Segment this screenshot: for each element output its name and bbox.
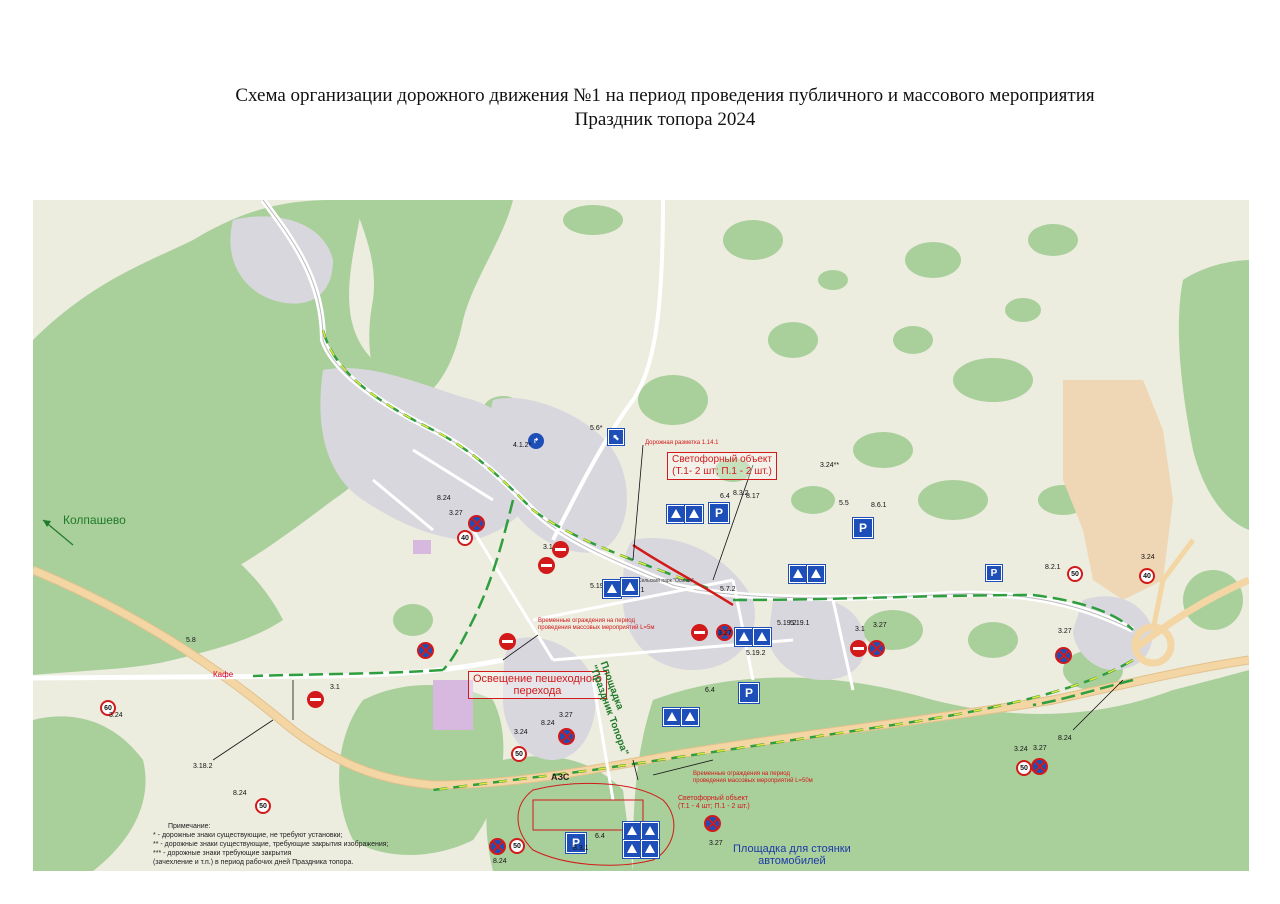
sign-code-8-24: 8.24 bbox=[233, 790, 247, 797]
sign-code-5-19-2: 5.19.2 bbox=[777, 620, 797, 627]
marking-label: Дорожная разметка 1.14.1 bbox=[645, 440, 719, 446]
no-parking-sign bbox=[468, 515, 485, 532]
no-parking-sign bbox=[558, 728, 575, 745]
pedestrian-crossing-sign bbox=[735, 628, 753, 646]
sign-code-3-1: 3.1 bbox=[330, 684, 340, 691]
sign-code-3-24: 3.24 bbox=[1014, 746, 1028, 753]
pedestrian-crossing-sign bbox=[641, 822, 659, 840]
no-entry-sign bbox=[691, 624, 708, 641]
pedestrian-crossing-sign bbox=[789, 565, 807, 583]
no-entry-sign bbox=[499, 633, 516, 650]
no-entry-sign bbox=[307, 691, 324, 708]
sign-code-3-24: 3.24 bbox=[109, 712, 123, 719]
pedestrian-crossing-sign bbox=[603, 580, 621, 598]
no-entry-sign bbox=[552, 541, 569, 558]
speed-limit-sign: 40 bbox=[457, 530, 473, 546]
sign-code-3-24: 3.24 bbox=[1141, 554, 1155, 561]
sign-code-5-19-2: 5.19.2 bbox=[746, 650, 766, 657]
sign-code-3-27: 3.27 bbox=[1058, 628, 1072, 635]
sign-code-3-27: 3.27 bbox=[718, 630, 732, 637]
sign-code-3-27: 3.27 bbox=[559, 712, 573, 719]
no-parking-sign bbox=[868, 640, 885, 657]
traffic-light-2-label: Светофорный объект (Т.1 - 4 шт; П.1 - 2 … bbox=[678, 795, 750, 810]
sign-code-8-6-1: 8.6.1 bbox=[871, 502, 887, 509]
no-parking-sign bbox=[489, 838, 506, 855]
sign-code-3-1: 3.1 bbox=[855, 626, 865, 633]
speed-limit-sign: 50 bbox=[1016, 760, 1032, 776]
title-block: Схема организации дорожного движения №1 … bbox=[0, 84, 1280, 132]
sign-code-3-1: 3.1 bbox=[543, 544, 553, 551]
parking-sign: P bbox=[853, 518, 873, 538]
no-parking-sign bbox=[1031, 758, 1048, 775]
pedestrian-crossing-sign bbox=[667, 505, 685, 523]
pedestrian-crossing-sign bbox=[623, 840, 641, 858]
no-parking-sign bbox=[417, 642, 434, 659]
park-label: Сельский парк "Осинки" bbox=[638, 578, 694, 584]
lighting-label: Освещение пешеходного перехода bbox=[468, 671, 607, 699]
pedestrian-crossing-sign bbox=[621, 578, 639, 596]
one-way-sign: ⬉ bbox=[608, 429, 624, 445]
parking-area-label: Площадка для стоянки автомобилей bbox=[733, 843, 851, 867]
pedestrian-crossing-sign bbox=[753, 628, 771, 646]
gas-station-label: АЗС bbox=[551, 772, 570, 782]
sign-code-8-24: 8.24 bbox=[541, 720, 555, 727]
pedestrian-crossing-sign bbox=[641, 840, 659, 858]
map-base bbox=[33, 200, 1249, 871]
sign-code-5-5: 5.5 bbox=[839, 500, 849, 507]
sign-code-3-24-star: 3.24** bbox=[820, 462, 840, 469]
sign-code-6-4: 6.4 bbox=[595, 833, 605, 840]
sign-code-4-1-2: 4.1.2* bbox=[513, 442, 532, 449]
pedestrian-crossing-sign bbox=[623, 822, 641, 840]
no-entry-sign bbox=[538, 557, 555, 574]
cafe-label: Кафе bbox=[213, 670, 234, 679]
sign-code-3-18-2: 3.18.2 bbox=[193, 763, 213, 770]
direction-label-kolpashevo: Колпашево bbox=[63, 513, 126, 527]
speed-limit-sign: 50 bbox=[509, 838, 525, 854]
pedestrian-crossing-sign bbox=[681, 708, 699, 726]
sign-code-3-27: 3.27 bbox=[873, 622, 887, 629]
sign-code-8-24: 8.24 bbox=[493, 858, 507, 865]
speed-limit-sign: 50 bbox=[255, 798, 271, 814]
sign-code-5-6: 5.6* bbox=[590, 425, 603, 432]
sign-code-8-24: 8.24 bbox=[437, 495, 451, 502]
temp-barrier-1-label: Временные ограждения на период проведени… bbox=[538, 618, 655, 631]
speed-limit-sign: 40 bbox=[1139, 568, 1155, 584]
sign-code-3-27: 3.27 bbox=[1033, 745, 1047, 752]
sign-code-8-17: 8.17 bbox=[746, 493, 760, 500]
traffic-scheme-map[interactable]: Колпашево Дорожная разметка 1.14.1 Свето… bbox=[33, 200, 1249, 871]
title-line-2: Праздник топора 2024 bbox=[574, 109, 756, 130]
sign-code-3-27: 3.27 bbox=[449, 510, 463, 517]
sign-code-8-2-1: 8.2.1 bbox=[1045, 564, 1061, 571]
sign-code-6-4: 6.4 bbox=[720, 493, 730, 500]
sign-code-5-8: 5.8 bbox=[186, 637, 196, 644]
sign-code-6-4: 6.4 bbox=[705, 687, 715, 694]
pedestrian-crossing-sign bbox=[685, 505, 703, 523]
sign-code-8-24: 8.24 bbox=[1058, 735, 1072, 742]
traffic-light-1-label: Светофорный объект (Т.1- 2 шт; П.1 - 2 ш… bbox=[667, 452, 777, 480]
parking-sign: P bbox=[739, 683, 759, 703]
notes-block: Примечание: * - дорожные знаки существую… bbox=[153, 823, 389, 866]
pedestrian-crossing-sign bbox=[663, 708, 681, 726]
parking-sign: P bbox=[709, 503, 729, 523]
speed-limit-sign: 50 bbox=[511, 746, 527, 762]
no-parking-sign bbox=[1055, 647, 1072, 664]
sign-code-3-27: 3.27 bbox=[709, 840, 723, 847]
parking-sign: P bbox=[986, 565, 1002, 581]
pedestrian-crossing-sign bbox=[807, 565, 825, 583]
temp-barrier-2-label: Временные ограждения на период проведени… bbox=[693, 771, 813, 784]
speed-limit-sign: 50 bbox=[1067, 566, 1083, 582]
sign-code-5-7-2: 5.7.2 bbox=[720, 586, 736, 593]
sign-code-3-24: 3.24 bbox=[514, 729, 528, 736]
no-parking-sign bbox=[704, 815, 721, 832]
title-line-1: Схема организации дорожного движения №1 … bbox=[235, 85, 1095, 106]
sign-code-8-3-1: 8.3.1 bbox=[573, 845, 589, 852]
no-entry-sign bbox=[850, 640, 867, 657]
